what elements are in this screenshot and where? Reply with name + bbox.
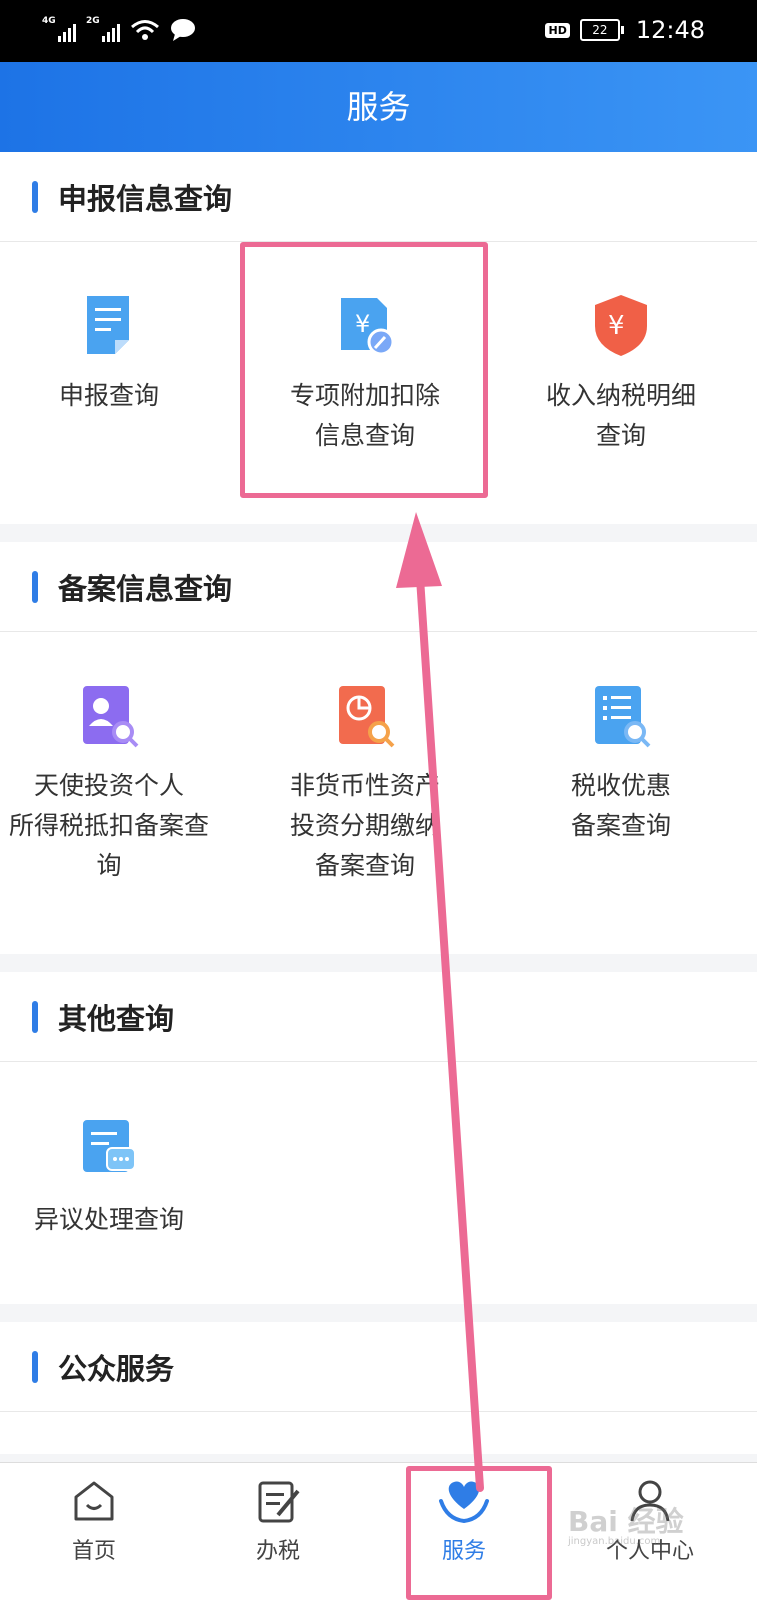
watermark-url: jingyan.baidu.com	[568, 1536, 661, 1547]
annotation-arrow	[396, 512, 484, 1492]
watermark-logo: Bai 经验	[568, 1505, 684, 1538]
